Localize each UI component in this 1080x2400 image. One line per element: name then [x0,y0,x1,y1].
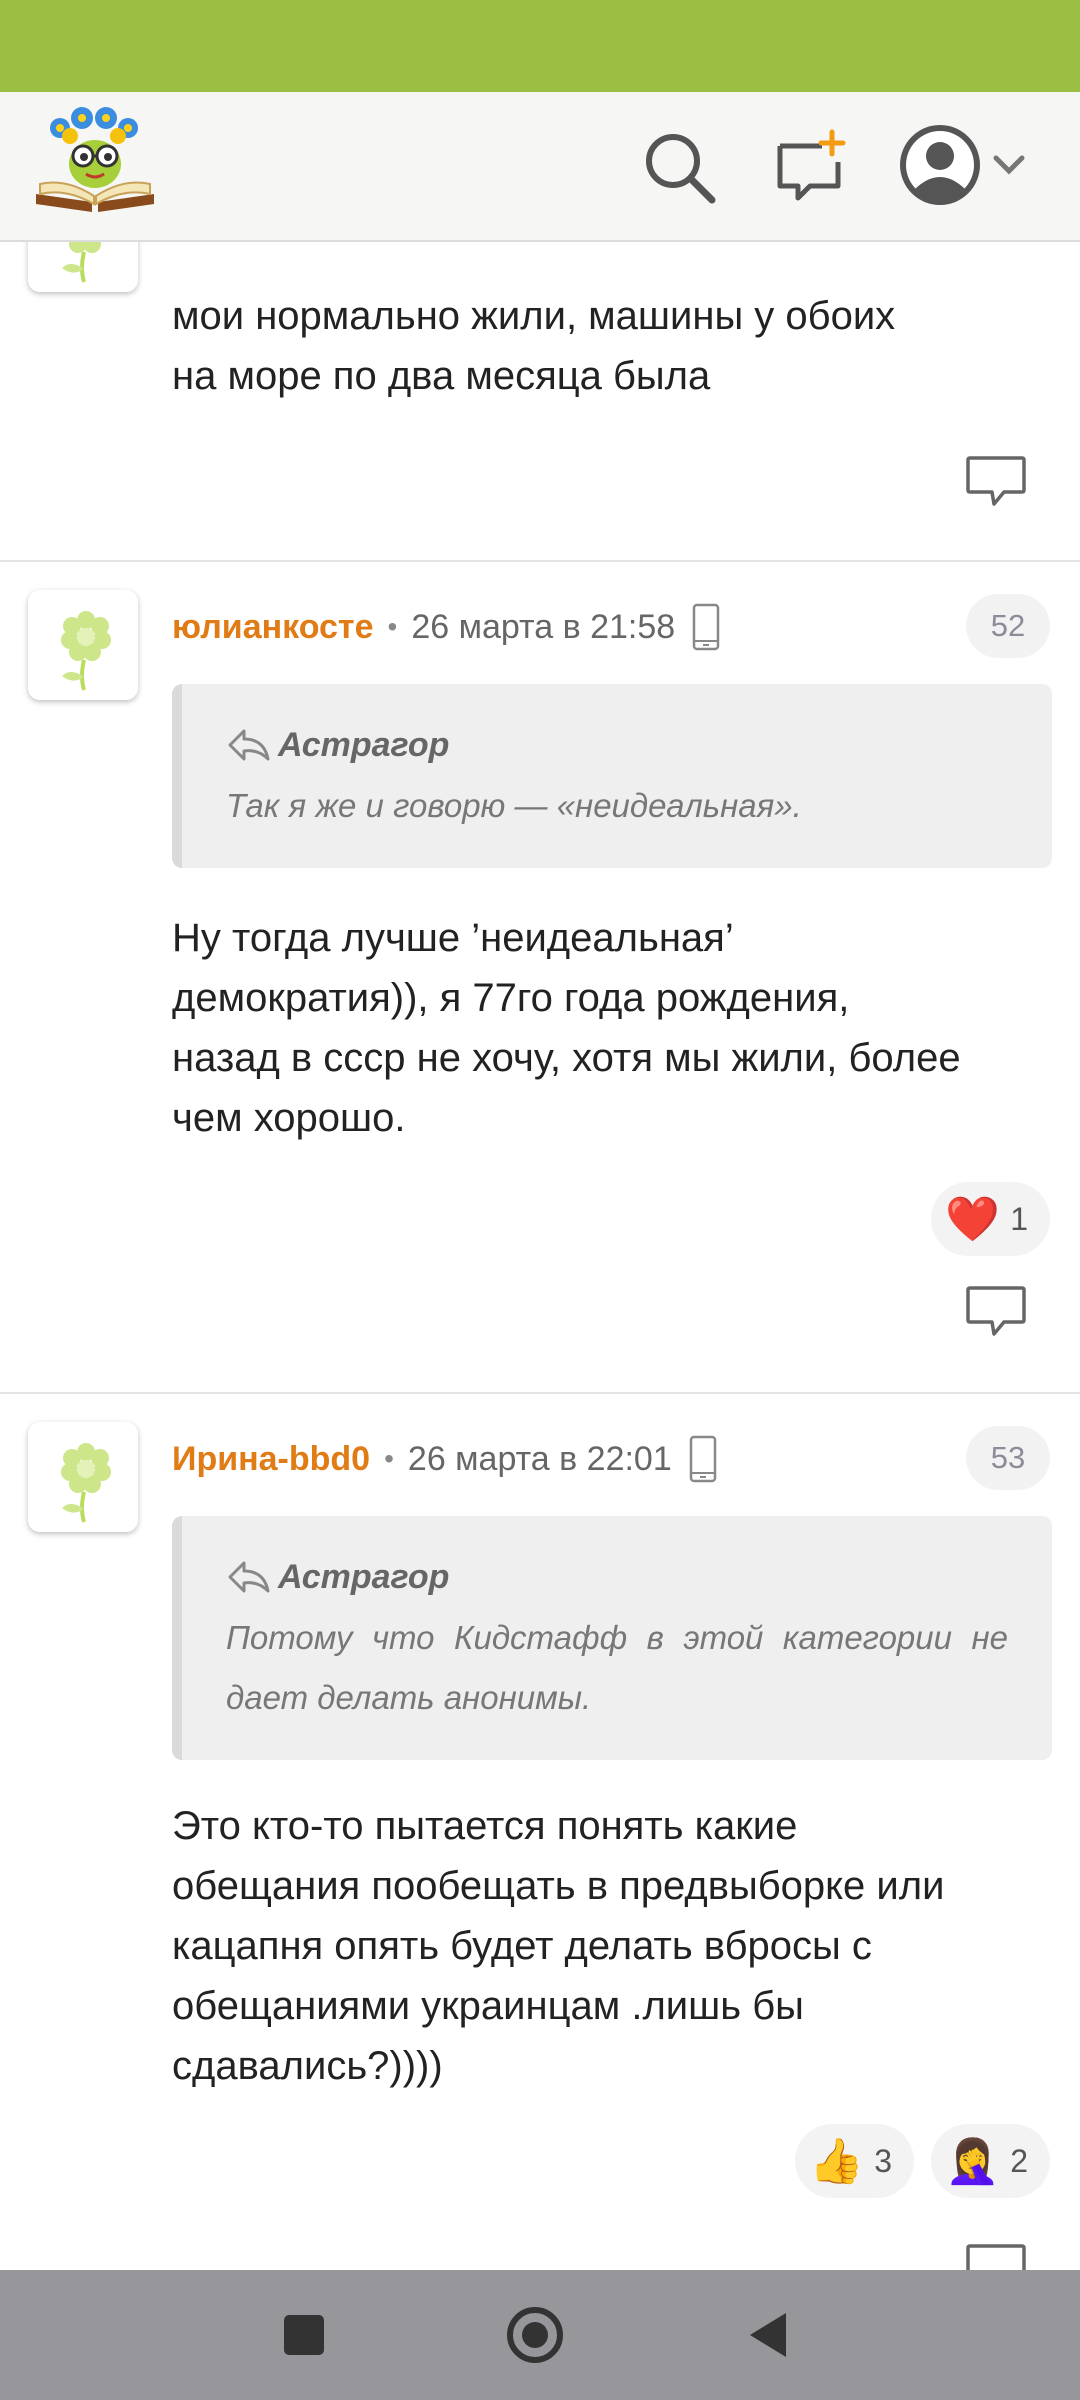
reply-button[interactable] [964,2242,1028,2270]
comment-text-line: демократия)), я 77го года рождения, [172,976,850,1020]
user-menu-button[interactable] [896,120,1036,210]
quote-block: Астрагор Потому что Кидстафф в этой кате… [172,1516,1052,1760]
chevron-down-icon [993,155,1025,175]
author-name[interactable]: юлианкосте [172,608,374,647]
system-navigation-bar [0,2270,1080,2400]
reaction-count: 3 [874,2142,892,2179]
kidstaff-logo-icon[interactable] [30,106,160,216]
comment-number[interactable]: 53 [966,1426,1050,1490]
comment-meta: Ирина-bbd0 • 26 марта в 22:01 [172,1434,718,1484]
comment-text-line: назад в ссср не хочу, хотя мы жили, боле… [172,1036,961,1080]
comment-number[interactable]: 52 [966,594,1050,658]
app-header [0,92,1080,242]
reply-comment-icon [966,456,1026,506]
reaction-count: 1 [1010,1200,1028,1237]
comment-text-line: сдавались?)))) [172,2044,443,2088]
comment-text-line: мои нормально жили, машины у обоих [172,294,896,338]
comment: Ирина-bbd0 • 26 марта в 22:01 53 Астраго… [0,1394,1080,2270]
new-message-icon[interactable] [772,128,852,208]
home-icon[interactable] [505,2305,565,2365]
quote-author[interactable]: Астрагор [278,1558,449,1597]
avatar[interactable] [28,590,138,700]
quote-author[interactable]: Астрагор [278,726,449,765]
reply-comment-icon [966,2244,1026,2270]
author-name[interactable]: Ирина-bbd0 [172,1440,370,1479]
reaction-facepalm[interactable]: 🤦‍♀️ 2 [931,2124,1050,2198]
comment-text-line: Это кто-то пытается понять какие [172,1804,798,1848]
comment-date: 26 марта в 21:58 [411,607,676,646]
reaction-count: 2 [1010,2142,1028,2179]
thumbs-up-icon: 👍 [809,2136,865,2187]
separator-dot: • [384,1443,394,1474]
comment-partial: мои нормально жили, машины у обоих на мо… [0,240,1080,562]
search-icon[interactable] [640,128,720,208]
user-avatar-icon [900,125,980,205]
comment-text-line: кацапня опять будет делать вбросы с [172,1924,872,1968]
heart-icon: ❤️ [945,1194,1001,1245]
reply-arrow-icon [228,729,270,761]
quote-text: Потому что Кидстафф в этой категории не … [226,1619,1008,1716]
comment-text-line: Ну тогда лучше ’неидеальная’ [172,916,734,960]
comment-text: мои нормально жили, машины у обоих на мо… [172,286,1052,406]
quote-text: Так я же и говорю — «неидеальная». [226,787,802,824]
comment: юлианкосте • 26 марта в 21:58 52 Астраго… [0,562,1080,1392]
facepalm-icon: 🤦‍♀️ [945,2136,1001,2187]
comment-meta: юлианкосте • 26 марта в 21:58 [172,602,721,652]
quote-header: Астрагор [226,1552,1008,1602]
reply-button[interactable] [964,1284,1028,1340]
recent-apps-icon[interactable] [274,2305,334,2365]
reaction-heart[interactable]: ❤️ 1 [931,1182,1050,1256]
reply-arrow-icon [228,1561,270,1593]
mobile-device-icon [692,603,720,651]
reply-button[interactable] [964,454,1028,510]
comment-text: Это кто-то пытается понять какие обещани… [172,1796,1052,2096]
avatar[interactable] [28,1422,138,1532]
comment-text: Ну тогда лучше ’неидеальная’ демократия)… [172,908,1052,1148]
comment-text-line: обещания пообещать в предвыборке или [172,1864,945,1908]
comment-text-line: чем хорошо. [172,1096,406,1140]
comments-feed[interactable]: мои нормально жили, машины у обоих на мо… [0,240,1080,2270]
back-icon[interactable] [740,2305,800,2365]
comment-text-line: на море по два месяца была [172,354,711,398]
mobile-device-icon [689,1435,717,1483]
quote-block: Астрагор Так я же и говорю — «неидеальна… [172,684,1052,868]
separator-dot: • [387,611,398,642]
comment-date: 26 марта в 22:01 [407,1439,672,1478]
reply-comment-icon [966,1286,1026,1336]
avatar[interactable] [28,240,138,292]
reaction-thumbs-up[interactable]: 👍 3 [795,2124,914,2198]
comment-text-line: обещаниями украинцам .лишь бы [172,1984,804,2028]
quote-header: Астрагор [226,720,1008,770]
status-bar [0,0,1080,92]
